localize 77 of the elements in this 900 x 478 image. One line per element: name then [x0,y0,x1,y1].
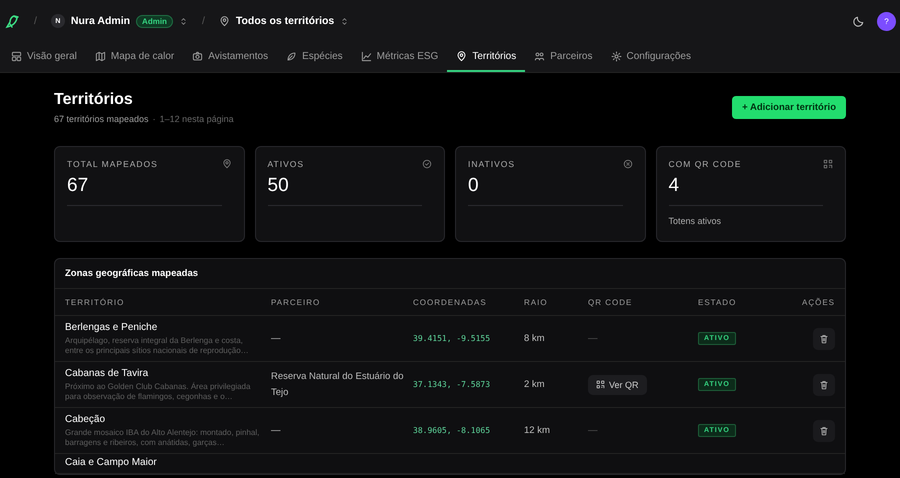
add-territory-button[interactable]: + Adicionar território [732,96,846,119]
territory-name: Cabanas de Tavira [65,368,150,378]
qr-icon [596,380,605,389]
pin-icon [456,50,468,62]
chart-icon [360,50,372,62]
breadcrumb-separator: / [202,15,205,27]
radius-cell-text: 8 km [524,333,546,344]
people-icon [534,50,546,62]
trash-icon [819,380,829,390]
qr-empty: — [588,333,598,344]
breadcrumb-separator: / [34,15,37,27]
stat-label: COM QR CODE [668,159,742,169]
territory-name: Berlengas e Peniche [65,322,158,332]
nav-tab[interactable]: Parceiros [525,42,602,72]
theme-toggle-button[interactable] [853,15,865,27]
check-circle-icon [422,159,432,169]
qr-empty: — [588,425,598,436]
map-icon [94,50,106,62]
radius-cell-text: 12 km [524,425,551,436]
bird-logo-icon [4,13,20,29]
trash-icon [819,426,829,436]
delete-button[interactable] [813,420,835,442]
territory-selector[interactable]: Todos os territórios [218,15,350,27]
territory-name: Caia e Campo Maior [65,457,158,468]
table-title: Zonas geográficas mapeadas [55,259,845,289]
column-header: COORDENADAS [413,298,488,306]
pin-icon [222,159,232,169]
camera-icon [192,50,204,62]
column-header: TERRITÓRIO [65,298,126,306]
user-avatar[interactable]: ? [877,12,896,30]
coordinates-cell-text: 39.4151, -9.5155 [413,334,492,343]
chevron-updown-icon [340,16,350,26]
coordinates-cell-text: 37.1343, -7.5873 [413,380,492,389]
column-header: PARCEIRO [271,298,322,306]
column-header: AÇÕES [800,298,835,306]
stat-value: 50 [268,175,422,206]
territory-count: 67 territórios mapeados [54,114,149,124]
trash-icon [819,334,829,344]
partner-cell-text: — [271,424,282,438]
nav-tab[interactable]: Visão geral [2,42,86,72]
stat-value: 0 [468,175,622,206]
stat-label: INATIVOS [468,159,516,169]
moon-icon [853,15,865,27]
chevron-updown-icon [178,16,188,26]
stat-value: 4 [668,175,823,206]
stat-note: Totens ativos [668,216,722,226]
delete-button[interactable] [813,374,835,396]
view-qr-button[interactable]: Ver QR [588,374,647,394]
nav-tab[interactable]: Espécies [277,42,352,72]
grid-icon [11,50,22,62]
subtitle-separator: · [152,114,156,124]
pin-icon [218,16,230,26]
column-header: QR CODE [588,298,634,306]
territory-description: Arquipélago, reserva integral da Berlenga e costa, entre os principais sítios nacionais de reprodução… [65,336,250,356]
delete-button[interactable] [813,328,835,350]
nav-tab[interactable]: Métricas ESG [352,42,448,72]
territory-description: Próximo ao Golden Club Cabanas. Área privilegiada para observação de flamingos, cegonhas e o… [65,382,252,402]
partner-cell-text: — [271,332,282,346]
stat-value: 67 [67,175,222,206]
column-header: ESTADO [698,298,738,306]
radius-cell-text: 2 km [524,379,546,390]
column-header: RAIO [524,298,549,306]
nav-tab[interactable]: Mapa de calor [86,42,184,72]
stat-label: ATIVOS [268,159,304,169]
leaf-icon [286,50,298,62]
stat-label: TOTAL MAPEADOS [67,159,158,169]
qr-icon [823,159,833,169]
coordinates-cell-text: 38.9605, -8.1065 [413,426,492,435]
page-title: Territórios [54,91,134,109]
x-circle-icon [622,159,632,169]
nav-tab[interactable]: Configurações [602,42,700,72]
territory-name: Cabeção [65,414,106,424]
nav-tab[interactable]: Territórios [447,42,526,72]
page-range: 1–12 nesta página [160,114,234,124]
nav-tab[interactable]: Avistamentos [183,42,278,72]
territory-description: Grande mosaico IBA do Alto Alentejo: montado, pinhal, barragens e ribeiros, com anátidas, garças… [65,428,260,448]
partner-cell-text: Reserva Natural do Estuário do Tejo [271,370,405,400]
